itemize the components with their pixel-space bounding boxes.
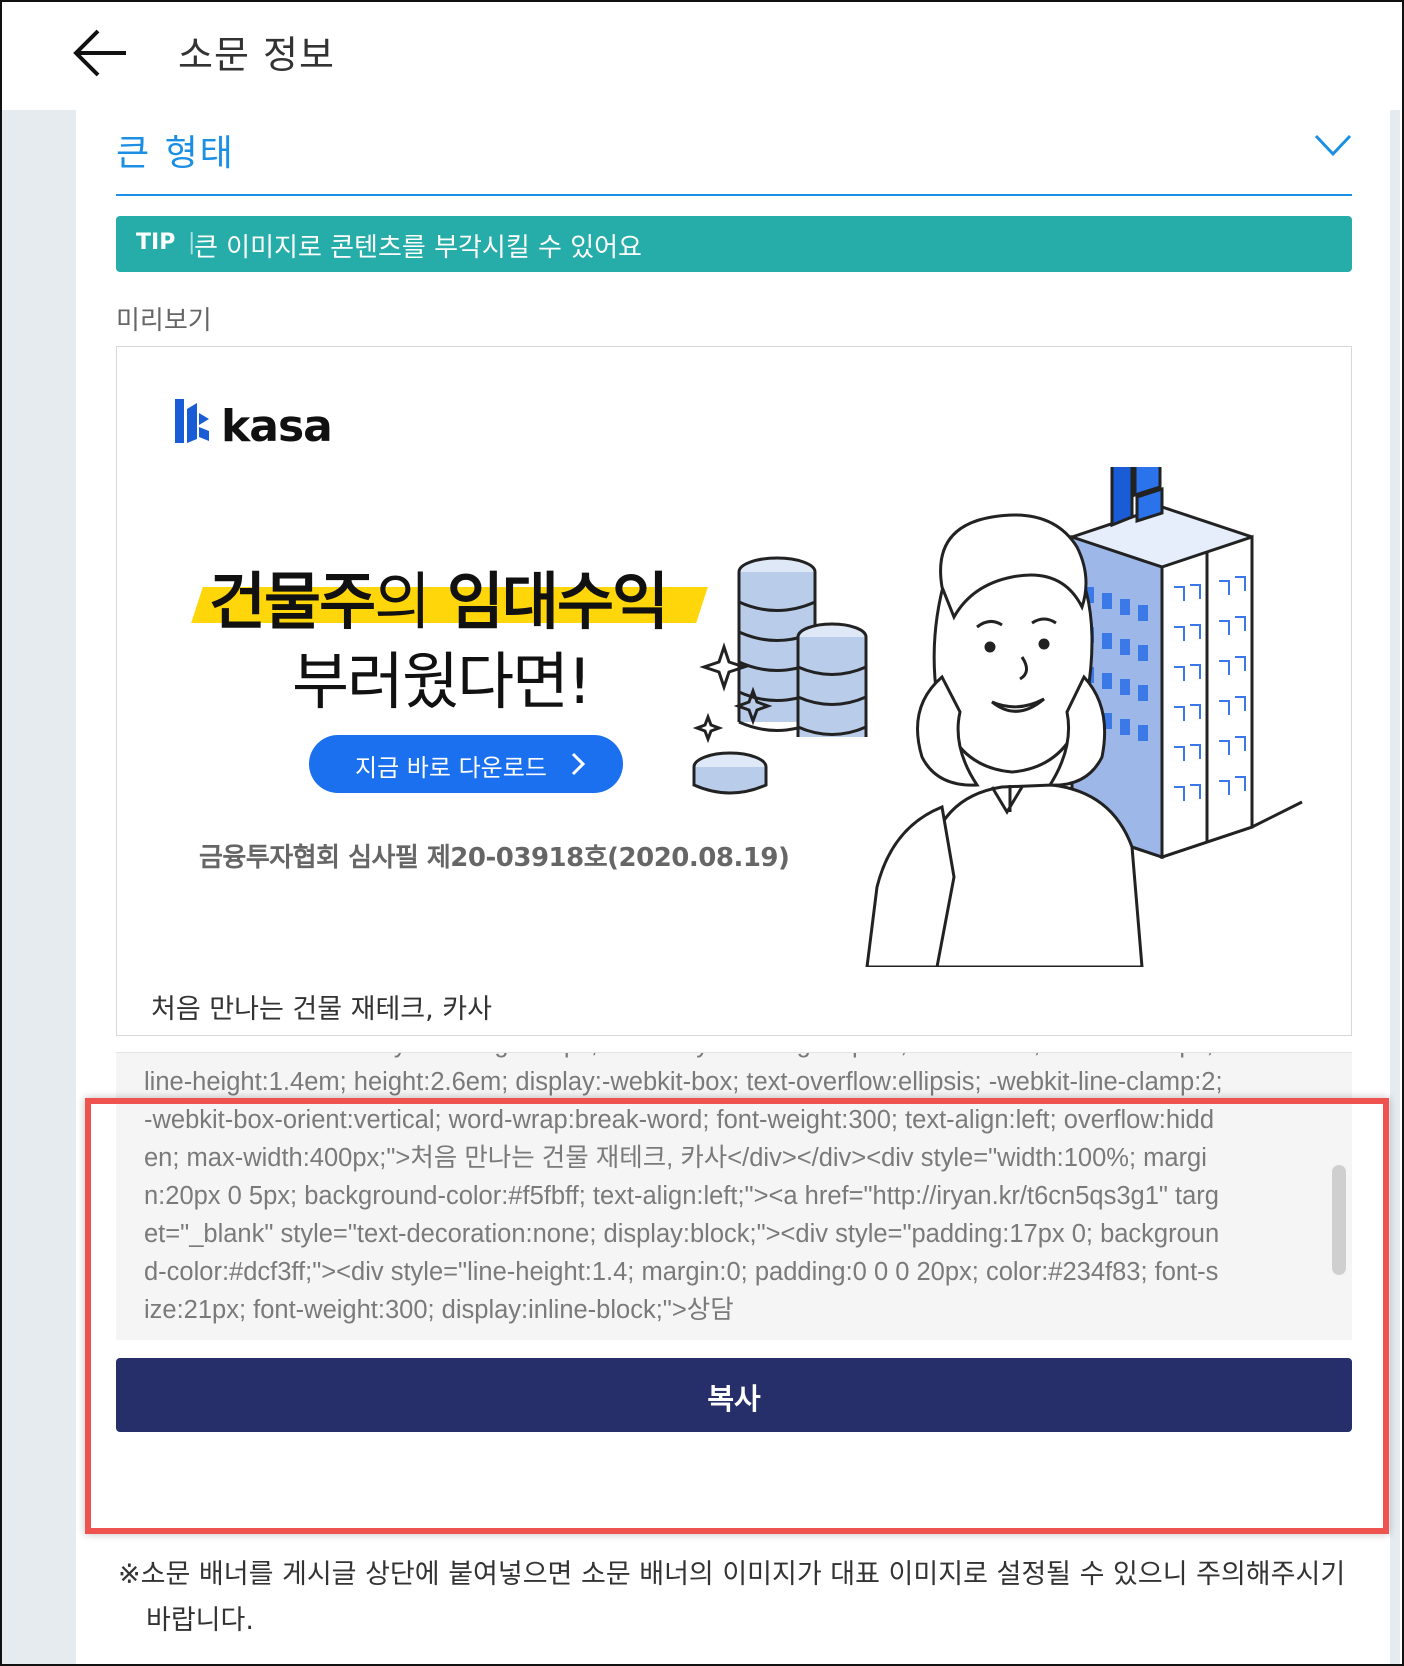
preview-card: kasa 건물주의 임대수익 부러웠다면! 지금 바로 다운로드 금융투자협회 … xyxy=(116,346,1352,1036)
download-now-button[interactable]: 지금 바로 다운로드 xyxy=(309,735,623,793)
embed-code-text: t=""></a></div><div style="margin:10px;"… xyxy=(144,1053,1223,1324)
left-gutter xyxy=(2,110,76,1664)
tip-text: 큰 이미지로 콘텐츠를 부각시킬 수 있어요 xyxy=(194,233,642,263)
banner-type-select[interactable]: 큰 형태 xyxy=(116,110,1352,196)
code-scrollbar-thumb[interactable] xyxy=(1332,1165,1346,1275)
caution-note: ※소문 배너를 게시글 상단에 붙여넣으면 소문 배너의 이미지가 대표 이미지… xyxy=(118,1559,1346,1636)
download-now-label: 지금 바로 다운로드 xyxy=(355,754,547,782)
chevron-right-icon xyxy=(571,752,585,776)
kasa-logo-icon xyxy=(175,399,209,443)
right-gutter xyxy=(1390,110,1400,1664)
top-app-bar: 소문 정보 xyxy=(2,2,1400,110)
headline-light: 의 xyxy=(374,565,447,638)
tip-banner: TIP | 큰 이미지로 콘텐츠를 부각시킬 수 있어요 xyxy=(116,216,1352,272)
chevron-down-icon xyxy=(1314,134,1352,157)
preview-caption: 처음 만나는 건물 재테크, 카사 xyxy=(151,994,492,1025)
embed-code-textarea[interactable]: t=""></a></div><div style="margin:10px;"… xyxy=(116,1052,1352,1340)
copy-button-label: 복사 xyxy=(707,1384,761,1416)
banner-headline-line1: 건물주의 임대수익 xyxy=(209,551,669,641)
preview-banner-image: kasa 건물주의 임대수익 부러웠다면! 지금 바로 다운로드 금융투자협회 … xyxy=(117,347,1351,967)
copy-button[interactable]: 복사 xyxy=(116,1358,1352,1432)
main-content: 큰 형태 TIP | 큰 이미지로 콘텐츠를 부각시킬 수 있어요 미리보기 k… xyxy=(76,110,1390,1664)
headline-bold-1: 건물주 xyxy=(209,565,376,638)
tip-label: TIP xyxy=(136,230,176,255)
banner-headline-line2: 부러웠다면! xyxy=(292,645,592,718)
page-title: 소문 정보 xyxy=(178,33,335,77)
building-owner-illustration xyxy=(692,467,1303,967)
headline-bold-2: 임대수익 xyxy=(446,565,669,638)
arrow-left-icon xyxy=(73,29,126,77)
banner-type-value: 큰 형태 xyxy=(116,133,235,174)
preview-label: 미리보기 xyxy=(116,306,212,336)
kasa-wordmark: kasa xyxy=(221,401,333,452)
back-button[interactable] xyxy=(70,22,132,84)
